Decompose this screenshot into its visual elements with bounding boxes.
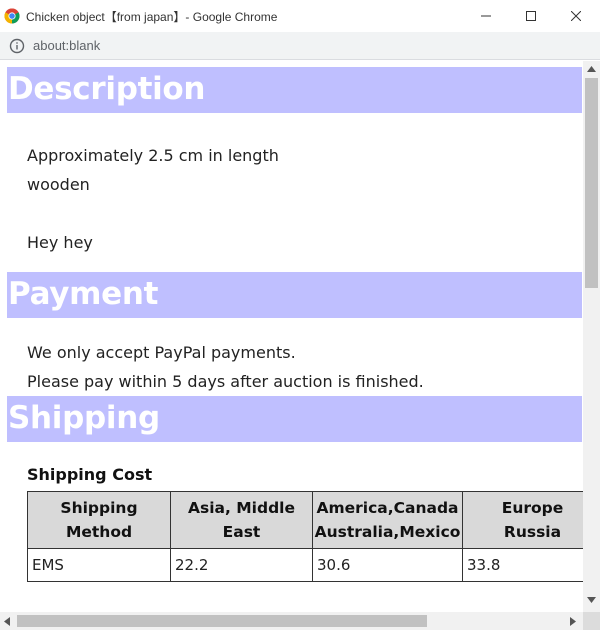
address-bar[interactable]: about:blank: [0, 32, 600, 60]
window-title: Chicken object【from japan】- Google Chrom…: [26, 10, 278, 24]
close-icon: [571, 11, 581, 21]
header-line: Shipping: [60, 499, 138, 517]
table-header-cell: Shipping Method: [27, 491, 171, 549]
description-line: wooden: [27, 175, 90, 194]
table-header-cell: Europe Russia: [462, 491, 583, 549]
scroll-left-arrow-icon[interactable]: [4, 617, 10, 626]
page-viewport: Description Approximately 2.5 cm in leng…: [0, 61, 583, 612]
url-text[interactable]: about:blank: [33, 38, 100, 53]
window-titlebar: Chicken object【from japan】- Google Chrom…: [0, 0, 600, 32]
header-line: Asia, Middle: [187, 499, 296, 517]
table-header-row: Shipping Method Asia, Middle East Americ…: [27, 491, 583, 549]
header-line: Australia,Mexico: [314, 523, 461, 541]
table-row: EMS 22.2 30.6 33.8: [27, 548, 583, 582]
header-line: Russia: [503, 523, 562, 541]
description-line: Approximately 2.5 cm in length: [27, 146, 279, 165]
minimize-button[interactable]: [463, 0, 509, 32]
table-cell: EMS: [27, 548, 171, 582]
payment-heading: Payment: [7, 272, 582, 318]
vertical-scrollbar[interactable]: [583, 61, 600, 612]
scroll-right-arrow-icon[interactable]: [570, 617, 576, 626]
payment-text: We only accept PayPal payments. Please p…: [7, 338, 424, 396]
scroll-up-arrow-icon[interactable]: [587, 66, 596, 72]
horizontal-scroll-thumb[interactable]: [17, 615, 427, 627]
scroll-down-arrow-icon[interactable]: [587, 597, 596, 603]
description-line: Hey hey: [27, 233, 93, 252]
description-text: Approximately 2.5 cm in length wooden He…: [7, 141, 279, 257]
table-header-cell: Asia, Middle East: [170, 491, 313, 549]
payment-line: Please pay within 5 days after auction i…: [27, 372, 424, 391]
minimize-icon: [481, 15, 491, 17]
header-line: East: [222, 523, 261, 541]
payment-line: We only accept PayPal payments.: [27, 343, 296, 362]
header-line: America,Canada: [316, 499, 459, 517]
table-cell: 22.2: [170, 548, 313, 582]
chrome-logo-icon: [4, 8, 20, 24]
shipping-heading: Shipping: [7, 396, 582, 442]
header-line: Europe: [501, 499, 564, 517]
vertical-scroll-thumb[interactable]: [585, 78, 598, 288]
table-header-cell: America,Canada Australia,Mexico: [312, 491, 463, 549]
table-cell: 30.6: [312, 548, 463, 582]
shipping-cost-title: Shipping Cost: [27, 465, 153, 484]
scrollbar-corner: [583, 612, 600, 630]
maximize-icon: [526, 11, 536, 21]
maximize-button[interactable]: [508, 0, 554, 32]
table-cell: 33.8: [462, 548, 583, 582]
shipping-cost-table: Shipping Method Asia, Middle East Americ…: [27, 491, 583, 582]
info-icon[interactable]: [9, 38, 25, 54]
description-heading: Description: [7, 67, 582, 113]
close-button[interactable]: [553, 0, 599, 32]
horizontal-scrollbar[interactable]: [0, 612, 583, 630]
header-line: Method: [65, 523, 133, 541]
